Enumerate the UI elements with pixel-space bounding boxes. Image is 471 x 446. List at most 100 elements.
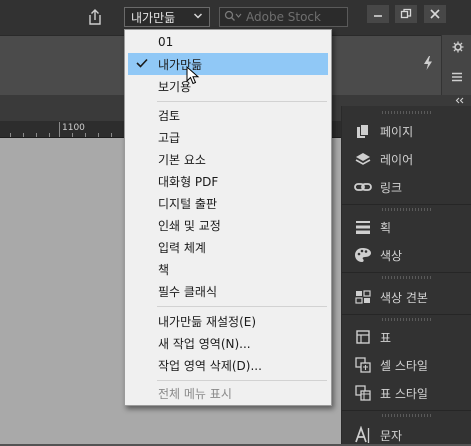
panel-group-grip[interactable] [382,276,432,279]
quick-apply-lightning-icon[interactable] [422,55,434,71]
ruler-tick [85,133,86,137]
panel-links[interactable]: 링크 [352,176,402,198]
cell-styles-icon [352,354,374,376]
panel-label: 레이어 [380,152,414,167]
menu-item-essentials[interactable]: 기본 요소 [128,148,328,170]
panel-color[interactable]: 색상 [352,244,402,266]
ruler-tick [59,122,60,137]
close-button[interactable] [424,5,446,23]
settings-gear-icon[interactable] [452,41,464,53]
menu-item-label: 책 [158,262,170,277]
ruler-tick [49,133,50,137]
panel-group-divider [342,272,471,273]
ruler-tick [36,133,37,137]
pages-icon [352,120,374,142]
menu-item-label: 01 [158,35,174,49]
panel-stroke[interactable]: 획 [352,216,391,238]
menu-item-interactive-pdf[interactable]: 대화형 PDF [128,170,328,192]
ruler-tick [10,133,11,137]
menu-item-label: 검토 [158,108,181,123]
menu-item-label: 내가만듦 재설정(E) [158,314,257,329]
swatches-icon [352,286,374,308]
control-panel-options [424,35,471,95]
chevron-down-icon [193,13,203,19]
panel-character[interactable]: 문자 [352,424,402,446]
menu-item-typography[interactable]: 입력 체계 [128,236,328,258]
menu-item-label: 인쇄 및 교정 [158,218,221,233]
panel-label: 문자 [380,428,403,443]
menu-item-label: 대화형 PDF [158,174,219,189]
menu-item-01[interactable]: 01 [128,31,328,53]
panel-group-grip[interactable] [382,111,432,114]
panel-group-grip[interactable] [382,414,432,417]
menu-item-label: 새 작업 영역(N)... [158,336,251,351]
menu-item-digital-publishing[interactable]: 디지털 출판 [128,192,328,214]
panel-label: 페이지 [380,124,414,139]
close-icon [430,9,440,19]
menu-item-reset-workspace[interactable]: 내가만듦 재설정(E) [128,310,328,332]
menu-item-book[interactable]: 책 [128,258,328,280]
panel-table[interactable]: 표 [352,326,391,348]
menu-separator [157,306,327,307]
menu-item-show-full-menus: 전체 메뉴 표시 [128,382,328,404]
stock-search-placeholder: Adobe Stock [246,10,321,24]
panel-group-grip[interactable] [382,208,432,211]
layers-icon [352,148,374,170]
menu-item-review[interactable]: 검토 [128,104,328,126]
panel-group-divider [342,314,471,315]
mouse-cursor-icon [186,66,200,85]
menu-item-viewing[interactable]: 보기용 [128,75,328,97]
ruler-label: 1100 [62,123,85,133]
ruler-tick [98,133,99,137]
menu-item-delete-workspace[interactable]: 작업 영역 삭제(D)... [128,354,328,376]
menu-item-label: 입력 체계 [158,240,206,255]
menu-item-label: 필수 클래식 [158,284,218,299]
menu-item-new-workspace[interactable]: 새 작업 영역(N)... [128,332,328,354]
search-icon [224,10,242,24]
menu-item-essentials-classic[interactable]: 필수 클래식 [128,280,328,302]
menu-item-advanced[interactable]: 고급 [128,126,328,148]
ruler-tick [111,133,112,137]
share-icon [89,9,101,25]
menu-item-label: 고급 [158,130,181,145]
panel-label: 표 [380,330,392,345]
table-icon [352,326,374,348]
share-button[interactable] [85,6,105,28]
panel-dock-collapse-bar[interactable] [341,95,471,106]
character-icon [352,424,374,446]
menu-item-label: 전체 메뉴 표시 [158,386,232,401]
panel-label: 획 [380,220,392,235]
minimize-icon [374,15,382,17]
adobe-stock-search[interactable]: Adobe Stock [219,7,348,27]
stroke-icon [352,216,374,238]
panel-group-grip[interactable] [382,318,432,321]
menu-item-label: 작업 영역 삭제(D)... [158,358,262,373]
menu-separator [157,380,327,381]
panel-label: 색상 [380,248,403,263]
panel-swatches[interactable]: 색상 견본 [352,286,428,308]
panel-label: 표 스타일 [380,386,428,401]
panel-label: 링크 [380,180,403,195]
panel-pages[interactable]: 페이지 [352,120,413,142]
restore-button[interactable] [395,5,417,23]
menu-item-label: 디지털 출판 [158,196,218,211]
panel-layers[interactable]: 레이어 [352,148,413,170]
links-icon [352,176,374,198]
menu-item-printing-proofing[interactable]: 인쇄 및 교정 [128,214,328,236]
panel-menu-icon[interactable] [451,71,463,83]
menu-item-label: 기본 요소 [158,152,206,167]
ruler-tick [23,133,24,137]
workspace-dropdown-menu: 01 내가만듦 보기용 검토 고급 기본 요소 대화형 PDF 디지털 출판 인… [124,29,332,406]
collapse-arrows-icon [455,97,464,104]
panel-cell-styles[interactable]: 셀 스타일 [352,354,428,376]
menu-item-my-workspace[interactable]: 내가만듦 [128,53,328,75]
checkmark-icon [135,56,149,73]
minimize-button[interactable] [367,5,389,23]
panel-group-divider [342,204,471,205]
panel-table-styles[interactable]: 표 스타일 [352,382,428,404]
panel-dock: 페이지 레이어 링크 획 색상 색상 견본 표 셀 스타일 표 스타일 문자 [341,106,471,444]
restore-icon [400,8,412,19]
workspace-switcher[interactable]: 내가만듦 [124,7,210,27]
ruler-tick [72,133,73,137]
menu-separator [157,101,327,102]
